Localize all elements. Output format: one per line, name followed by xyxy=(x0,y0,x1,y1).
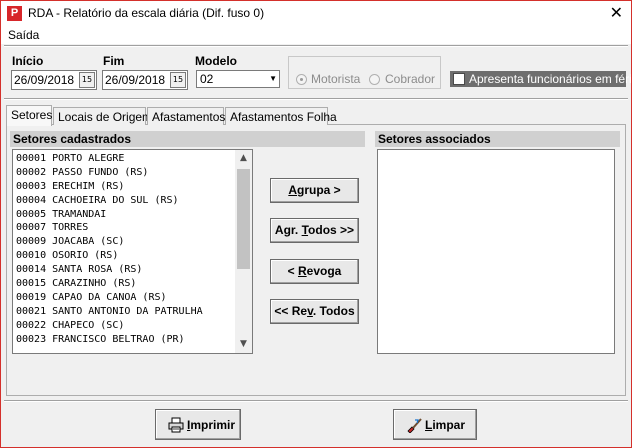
tab-afastamentos[interactable]: Afastamentos xyxy=(147,107,225,125)
setores-associados-list[interactable] xyxy=(377,149,615,354)
calendar-icon[interactable]: 15 xyxy=(170,72,186,88)
fim-date-value: 26/09/2018 xyxy=(105,73,166,87)
footer-divider xyxy=(4,400,628,402)
inicio-date-value: 26/09/2018 xyxy=(14,73,75,87)
list-item[interactable]: 00001 PORTO ALEGRE xyxy=(16,152,238,166)
list-item[interactable]: 00021 SANTO ANTONIO DA PATRULHA xyxy=(16,305,238,319)
modelo-select[interactable]: 02 ▼ xyxy=(196,70,280,88)
revoga-button[interactable]: < Revoga xyxy=(270,259,359,284)
modelo-label: Modelo xyxy=(195,54,237,68)
tab-setores[interactable]: Setores xyxy=(6,105,52,126)
scroll-up-icon[interactable]: ▲ xyxy=(235,150,252,167)
list-item[interactable]: 00010 OSORIO (RS) xyxy=(16,249,238,263)
setores-list-items: 00001 PORTO ALEGRE 00002 PASSO FUNDO (RS)… xyxy=(16,152,238,352)
list-item[interactable]: 00022 CHAPECO (SC) xyxy=(16,319,238,333)
radio-motorista[interactable] xyxy=(296,74,307,85)
report-window: P RDA - Relatório da escala diária (Dif.… xyxy=(0,0,632,448)
ferias-checkbox-label: Apresenta funcionários em férias xyxy=(469,72,632,86)
radio-cobrador[interactable] xyxy=(369,74,380,85)
inicio-date-field[interactable]: 26/09/2018 15 xyxy=(11,70,97,90)
setores-associados-header: Setores associados xyxy=(375,131,620,147)
list-item[interactable]: 00003 ERECHIM (RS) xyxy=(16,180,238,194)
radio-cobrador-label: Cobrador xyxy=(385,72,436,86)
list-item[interactable]: 00009 JOACABA (SC) xyxy=(16,235,238,249)
window-title: RDA - Relatório da escala diária (Dif. f… xyxy=(28,6,265,20)
agrupa-todos-button[interactable]: Agr. Todos >> xyxy=(270,218,359,243)
imprimir-button[interactable]: Imprimir xyxy=(155,409,241,440)
list-item[interactable]: 00014 SANTA ROSA (RS) xyxy=(16,263,238,277)
limpar-button[interactable]: Limpar xyxy=(393,409,477,440)
radio-motorista-label: Motorista xyxy=(311,72,361,86)
scroll-thumb[interactable] xyxy=(237,169,250,269)
revoga-todos-button[interactable]: << Rev. Todos xyxy=(270,299,359,324)
printer-icon xyxy=(168,417,184,433)
app-logo-icon: P xyxy=(7,6,22,21)
vertical-scrollbar[interactable]: ▲ ▼ xyxy=(235,150,252,353)
title-bar: P RDA - Relatório da escala diária (Dif.… xyxy=(1,1,631,26)
list-item[interactable]: 00019 CAPAO DA CANOA (RS) xyxy=(16,291,238,305)
list-item[interactable]: 00007 TORRES xyxy=(16,221,238,235)
setores-cadastrados-header: Setores cadastrados xyxy=(10,131,365,147)
list-item[interactable]: 00005 TRAMANDAI xyxy=(16,208,238,222)
funcao-radio-group: Motorista Cobrador xyxy=(288,56,441,89)
calendar-icon[interactable]: 15 xyxy=(79,72,95,88)
tab-afastamentos-folha[interactable]: Afastamentos Folha xyxy=(225,107,337,125)
list-item[interactable]: 00004 CACHOEIRA DO SUL (RS) xyxy=(16,194,238,208)
scroll-down-icon[interactable]: ▼ xyxy=(235,336,252,353)
list-item[interactable]: 00002 PASSO FUNDO (RS) xyxy=(16,166,238,180)
fim-date-field[interactable]: 26/09/2018 15 xyxy=(102,70,188,90)
modelo-value: 02 xyxy=(200,72,214,86)
menu-item-saida[interactable]: Saída xyxy=(8,28,39,42)
limpar-label: Limpar xyxy=(425,418,466,432)
close-icon[interactable]: ✕ xyxy=(610,3,623,22)
list-item[interactable]: 00015 CARAZINHO (RS) xyxy=(16,277,238,291)
setores-cadastrados-list[interactable]: 00001 PORTO ALEGRE 00002 PASSO FUNDO (RS)… xyxy=(12,149,253,354)
filters-divider xyxy=(4,98,628,100)
menu-bar: Saída xyxy=(1,26,631,44)
eraser-brush-icon xyxy=(407,418,422,433)
chevron-down-icon: ▼ xyxy=(269,74,277,83)
ferias-checkbox[interactable] xyxy=(453,73,465,85)
ferias-checkbox-row[interactable]: Apresenta funcionários em férias xyxy=(450,71,632,87)
tab-locais-de-origem[interactable]: Locais de Origem xyxy=(53,107,152,125)
agrupa-button[interactable]: Agrupa > xyxy=(270,178,359,203)
inicio-label: Início xyxy=(12,54,44,68)
menu-divider xyxy=(4,45,628,47)
fim-label: Fim xyxy=(103,54,125,68)
imprimir-label: Imprimir xyxy=(187,418,236,432)
list-item[interactable]: 00023 FRANCISCO BELTRAO (PR) xyxy=(16,333,238,347)
